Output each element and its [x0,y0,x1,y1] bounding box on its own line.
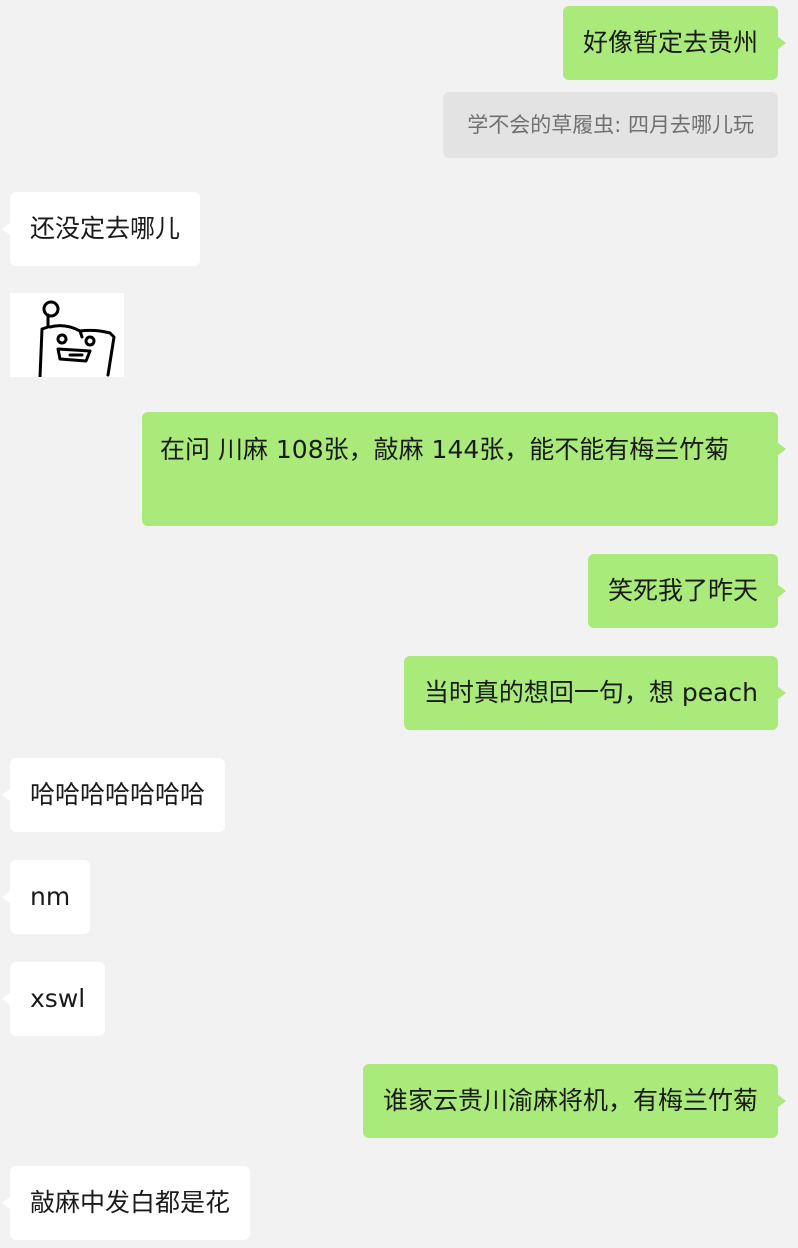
message-bubble-outgoing[interactable]: 谁家云贵川渝麻将机，有梅兰竹菊 [362,1064,787,1138]
quoted-message-text: 学不会的草履虫: 四月去哪儿玩 [467,113,754,137]
message-text: xswl [30,984,86,1013]
message-bubble-outgoing[interactable]: 笑死我了昨天 [587,554,787,628]
chat-window: 好像暂定去贵州 学不会的草履虫: 四月去哪儿玩 还没定去哪儿 在问 川麻 108… [0,0,798,1248]
message-bubble-incoming[interactable]: xswl [1,962,106,1036]
message-bubble-incoming[interactable]: nm [1,860,91,934]
message-text: 哈哈哈哈哈哈哈 [30,780,206,809]
message-text: 好像暂定去贵州 [582,28,758,57]
message-bubble-outgoing[interactable]: 好像暂定去贵州 [562,6,787,80]
message-bubble-incoming[interactable]: 哈哈哈哈哈哈哈 [1,758,226,832]
message-bubble-outgoing[interactable]: 在问 川麻 108张，敲麻 144张，能不能有梅兰竹菊 [142,412,786,526]
message-bubble-outgoing[interactable]: 当时真的想回一句，想 peach [403,656,787,730]
message-text: 还没定去哪儿 [30,214,181,243]
message-text: 在问 川麻 108张，敲麻 144张，能不能有梅兰竹菊 [160,435,730,464]
message-text: 当时真的想回一句，想 peach [423,678,758,707]
quoted-message[interactable]: 学不会的草履虫: 四月去哪儿玩 [443,92,778,158]
message-text: nm [30,882,71,911]
message-text: 笑死我了昨天 [607,576,758,605]
doodle-face-sticker[interactable] [10,293,124,377]
message-text: 敲麻中发白都是花 [30,1188,231,1217]
message-text: 谁家云贵川渝麻将机，有梅兰竹菊 [382,1086,758,1115]
sticker-image [38,300,116,377]
message-bubble-incoming[interactable]: 敲麻中发白都是花 [1,1166,251,1240]
message-bubble-incoming[interactable]: 还没定去哪儿 [1,192,201,266]
